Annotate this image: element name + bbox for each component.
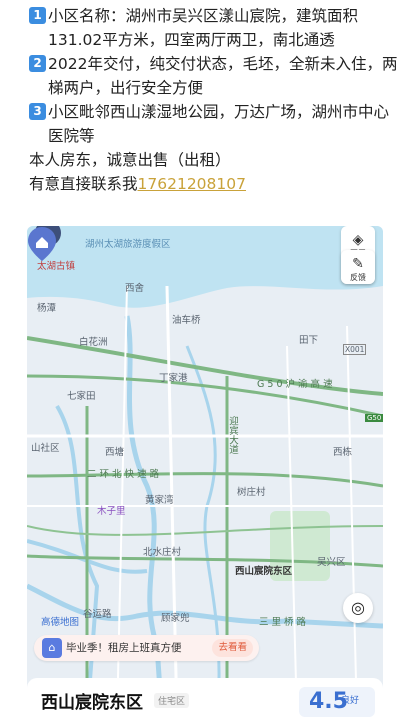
label-g50-shield: G50 <box>365 414 383 422</box>
label-guyunlu: 谷运路 <box>83 609 112 620</box>
post-contact: 有意直接联系我 17621208107 <box>29 172 399 196</box>
locate-button[interactable]: ◎ <box>343 593 373 623</box>
label-wuxing: 吴兴区 <box>317 557 346 568</box>
label-xidong: 西栋 <box>333 447 353 458</box>
label-shanqiao: 山社区 <box>31 443 60 454</box>
label-yangtan: 杨潭 <box>37 303 57 314</box>
feedback-label: 反馈 <box>350 273 366 282</box>
layers-icon: ◈ <box>352 232 364 248</box>
label-target: 西山宸院东区 <box>235 566 293 577</box>
post-line-4: 本人房东，诚意出售（出租） <box>29 151 231 169</box>
poi-score: 4.5 良好 <box>299 687 375 717</box>
label-beishui: 北水庄村 <box>143 547 182 558</box>
location-pin-icon[interactable] <box>27 226 57 262</box>
post-item-2: 2 2022年交付，纯交付状态，毛坯，全新未入住，两梯两户，出行安全方便 <box>29 52 399 100</box>
map-view[interactable]: ◈ 图层 ✎ 反馈 湖州太湖旅游度假区 太湖古镇 杨潭 西舍 油车桥 白花洲 田… <box>27 226 383 720</box>
keycap-3-icon: 3 <box>29 103 46 120</box>
label-sanliqiao: 三 里 桥 路 <box>259 617 307 628</box>
label-youche: 油车桥 <box>172 315 201 326</box>
post-item-1: 1 小区名称：湖州市吴兴区漾山宸院，建筑面积131.02平方米，四室两厅两卫，南… <box>29 4 399 52</box>
label-gujiadou: 顾家兜 <box>161 613 190 624</box>
keycap-2-icon: 2 <box>29 55 46 72</box>
keycap-1-icon: 1 <box>29 7 46 24</box>
label-x001: X001 <box>343 344 367 355</box>
label-taihu-resort: 湖州太湖旅游度假区 <box>85 239 171 250</box>
label-amap-logo: 高德地图 <box>41 617 80 628</box>
label-g50: G 5 0 沪 渝 高 速 <box>257 379 333 390</box>
feedback-button[interactable]: ✎ 反馈 <box>341 250 375 284</box>
label-baihuazhou: 白花洲 <box>79 337 108 348</box>
post-item-1-text: 小区名称：湖州市吴兴区漾山宸院，建筑面积131.02平方米，四室两厅两卫，南北通… <box>48 7 359 49</box>
label-xitang: 西塘 <box>105 447 125 458</box>
contact-prefix: 有意直接联系我 <box>29 175 138 193</box>
label-tianxia: 田下 <box>299 335 319 346</box>
poi-card[interactable]: 西山宸院东区 住宅区 4.5 良好 <box>27 678 383 720</box>
house-icon: ⌂ <box>42 638 62 658</box>
label-shujietun: 树庄村 <box>237 487 266 498</box>
post-item-3: 3 小区毗邻西山漾湿地公园，万达广场，湖州市中心医院等 <box>29 100 399 148</box>
label-huanbei: 二 环 北 快 速 路 <box>87 469 160 480</box>
poi-title: 西山宸院东区 <box>41 693 143 713</box>
label-muzili: 木子里 <box>97 506 126 517</box>
post-text: 1 小区名称：湖州市吴兴区漾山宸院，建筑面积131.02平方米，四室两厅两卫，南… <box>29 4 399 196</box>
promo-button[interactable]: 去看看 <box>212 639 253 657</box>
phone-link[interactable]: 17621208107 <box>138 172 246 196</box>
post-item-2-text: 2022年交付，纯交付状态，毛坯，全新未入住，两梯两户，出行安全方便 <box>48 55 398 97</box>
promo-text: 毕业季！租房上班真方便 <box>66 642 182 654</box>
label-jiabangang: 丁家港 <box>159 373 188 384</box>
feedback-icon: ✎ <box>352 256 364 272</box>
label-qijiatian: 七家田 <box>67 391 96 402</box>
label-xishe: 西舍 <box>125 283 145 294</box>
label-huangjiawan: 黄家湾 <box>145 495 174 506</box>
label-yingbin: 迎宾大道 <box>227 416 238 454</box>
poi-score-label: 良好 <box>341 696 360 706</box>
promo-banner[interactable]: ⌂ 毕业季！租房上班真方便 去看看 <box>34 635 259 661</box>
poi-tag: 住宅区 <box>154 693 190 708</box>
post-item-3-text: 小区毗邻西山漾湿地公园，万达广场，湖州市中心医院等 <box>48 103 390 145</box>
